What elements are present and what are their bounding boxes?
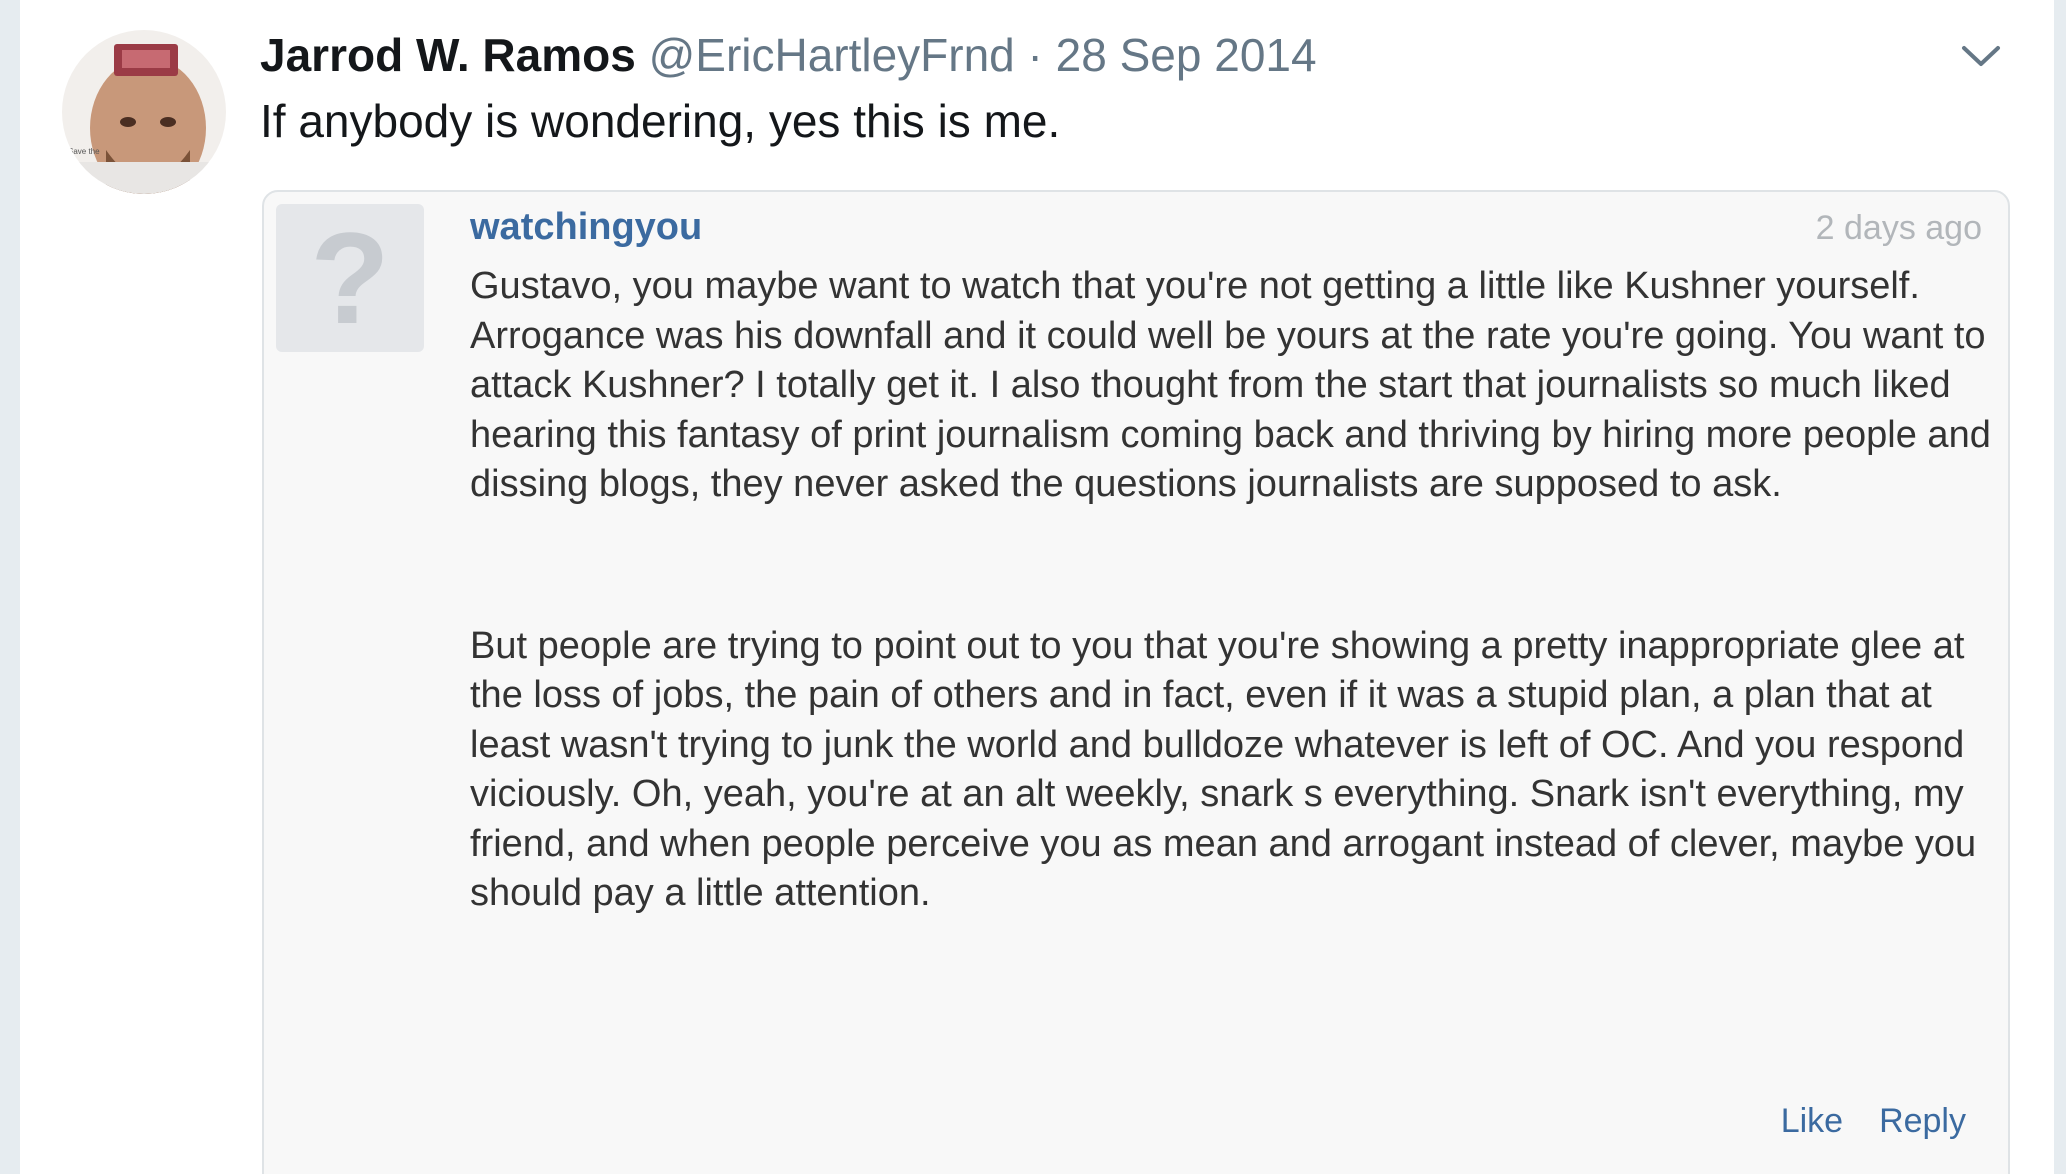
avatar-photo-icon: Save the	[62, 30, 226, 194]
embedded-comment-card[interactable]: ? watchingyou 2 days ago Gustavo, you ma…	[262, 190, 2010, 1174]
left-background-strip	[0, 0, 20, 1174]
comment-body: Gustavo, you maybe want to watch that yo…	[470, 262, 2000, 919]
author-avatar[interactable]: Save the	[62, 30, 226, 194]
question-mark-icon: ?	[310, 205, 390, 351]
svg-text:Save the: Save the	[68, 147, 100, 156]
comment-time-ago: 2 days ago	[1815, 209, 1982, 247]
comment-paragraph: Gustavo, you maybe want to watch that yo…	[470, 265, 1991, 505]
header-separator: ·	[1027, 29, 1043, 81]
author-name[interactable]: Jarrod W. Ramos	[260, 29, 636, 81]
tweet-date[interactable]: 28 Sep 2014	[1056, 29, 1317, 81]
tweet-text: If anybody is wondering, yes this is me.	[260, 95, 1061, 147]
comment-actions: Like Reply	[1781, 1102, 1966, 1141]
tweet-header: Jarrod W. Ramos @EricHartleyFrnd · 28 Se…	[260, 26, 1317, 84]
chevron-down-icon[interactable]	[1958, 34, 2004, 80]
right-background-strip	[2054, 0, 2066, 1174]
comment-paragraph: But people are trying to point out to yo…	[470, 624, 1977, 915]
tweet-page: Save the Jarrod W. Ramos @EricHartleyFrn…	[0, 0, 2066, 1174]
commenter-username[interactable]: watchingyou	[470, 202, 702, 252]
author-handle[interactable]: @EricHartleyFrnd	[649, 29, 1015, 81]
like-button[interactable]: Like	[1781, 1102, 1843, 1141]
reply-button[interactable]: Reply	[1879, 1102, 1966, 1141]
anonymous-avatar-icon: ?	[276, 204, 424, 352]
